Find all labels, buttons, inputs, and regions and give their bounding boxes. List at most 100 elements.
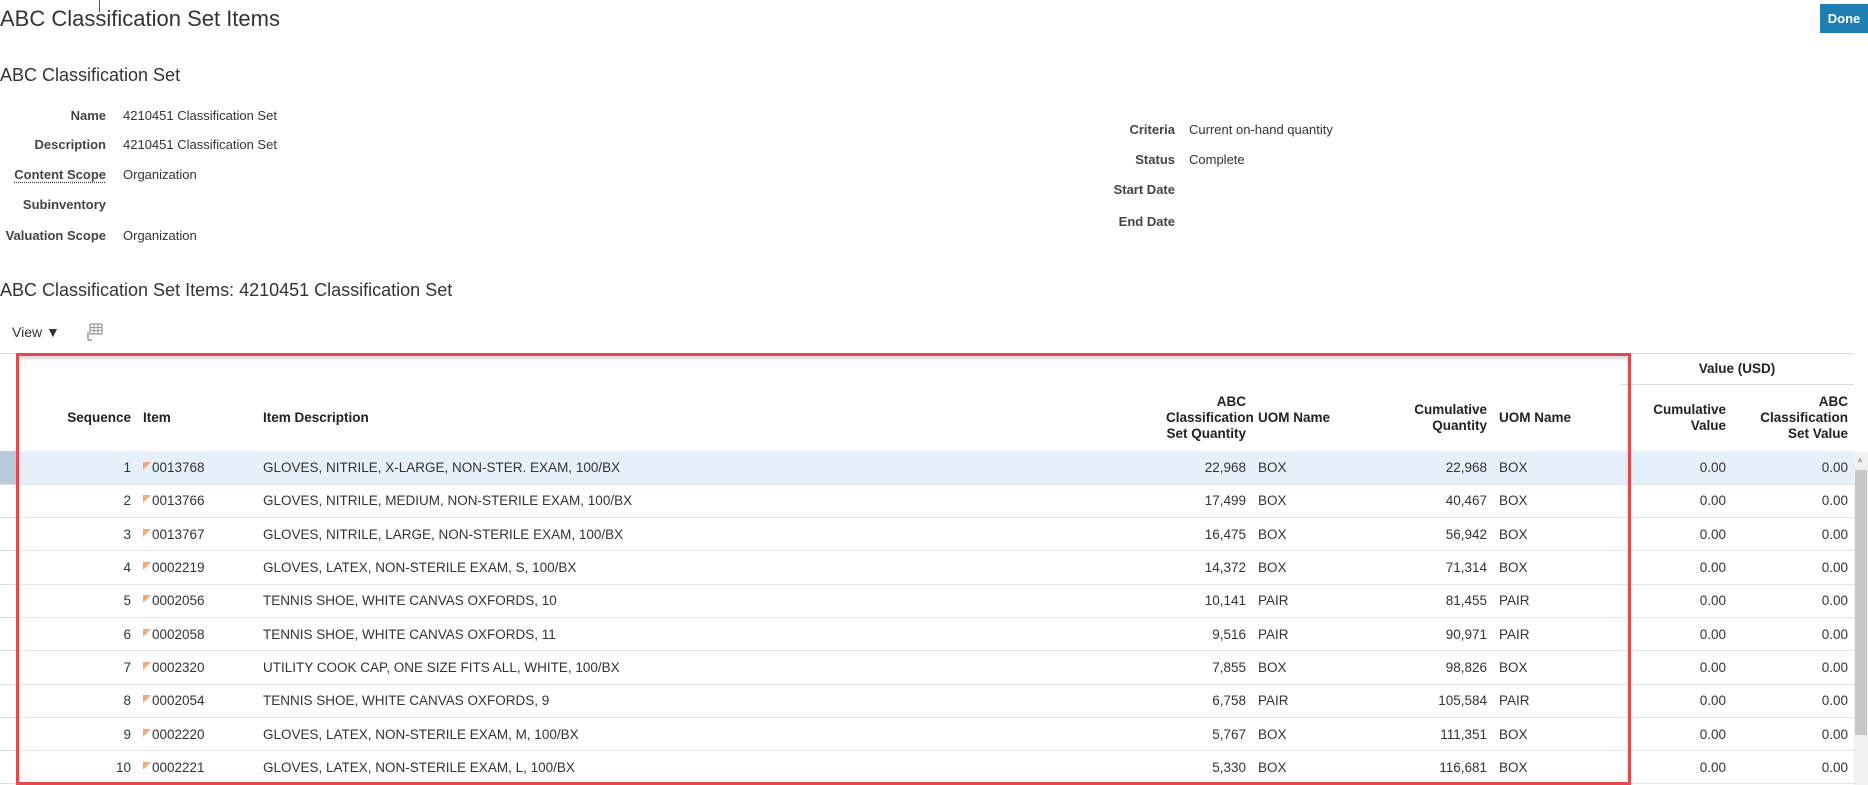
field-label: Criteria [1129, 122, 1175, 137]
cell-item-description: TENNIS SHOE, WHITE CANVAS OXFORDS, 9 [257, 684, 1160, 718]
cell-cumulative-quantity: 105,584 [1400, 684, 1493, 718]
cell-uom-name: BOX [1252, 750, 1400, 785]
cell-uom-name-2: PAIR [1493, 617, 1620, 652]
column-header-abc-set-value[interactable]: ABC Classification Set Value [1732, 384, 1854, 451]
cell-abc-set-value: 0.00 [1732, 451, 1854, 485]
table-row[interactable]: 3 0013767 GLOVES, NITRILE, LARGE, NON-STER… [0, 517, 1854, 552]
flag-icon [143, 695, 151, 704]
cell-uom-name-2: BOX [1493, 550, 1620, 585]
row-selector[interactable] [0, 484, 17, 519]
cell-cumulative-quantity: 71,314 [1400, 550, 1493, 585]
flag-icon [143, 461, 151, 470]
column-header-cumulative-value[interactable]: Cumulative Value [1620, 384, 1732, 451]
cell-sequence: 6 [17, 617, 137, 652]
cell-uom-name-2: PAIR [1493, 684, 1620, 718]
cell-uom-name: PAIR [1252, 584, 1400, 618]
value-usd-group-header: Value (USD) [1620, 354, 1854, 385]
cell-uom-name: BOX [1252, 717, 1400, 752]
row-selector[interactable] [0, 750, 17, 785]
flag-icon [143, 528, 151, 537]
field-label: Subinventory [22, 197, 106, 212]
field-label: End Date [1118, 214, 1175, 229]
table-row[interactable]: 7 0002320 UTILITY COOK CAP, ONE SIZE FITS … [0, 650, 1854, 685]
row-selector[interactable] [0, 684, 17, 718]
table-row[interactable]: 5 0002056 TENNIS SHOE, WHITE CANVAS OXFORD… [0, 584, 1854, 618]
view-menu[interactable]: View ▼ [12, 324, 60, 340]
column-header-abc-set-quantity[interactable]: ABC Classification Set Quantity [1160, 384, 1254, 451]
table-row[interactable]: 10 0002221 GLOVES, LATEX, NON-STERILE EXAM… [0, 750, 1854, 785]
cell-uom-name-2: BOX [1493, 717, 1620, 752]
scroll-up-arrow-icon[interactable]: ▲ [1856, 455, 1864, 464]
cell-item-description: UTILITY COOK CAP, ONE SIZE FITS ALL, WHI… [257, 650, 1160, 685]
cell-item[interactable]: 0002054 [137, 684, 257, 718]
field-value: Current on-hand quantity [1189, 122, 1333, 137]
cell-uom-name: BOX [1252, 650, 1400, 685]
items-table: Value (USD) Sequence Item Item Description… [0, 353, 1854, 785]
column-header-item[interactable]: Item [137, 384, 257, 451]
table-row[interactable]: 9 0002220 GLOVES, LATEX, NON-STERILE EXAM,… [0, 717, 1854, 752]
cell-uom-name: BOX [1252, 517, 1400, 552]
cell-uom-name-2: BOX [1493, 517, 1620, 552]
cell-sequence: 1 [17, 451, 137, 485]
flag-icon [143, 728, 151, 737]
row-selector[interactable] [0, 550, 17, 585]
row-selector[interactable] [0, 517, 17, 552]
row-selector[interactable] [0, 584, 17, 618]
column-header-uom-name-2[interactable]: UOM Name [1493, 384, 1620, 451]
cell-item[interactable]: 0002320 [137, 650, 257, 685]
field-value: Organization [123, 228, 197, 243]
cell-item[interactable]: 0013766 [137, 484, 257, 519]
field-label: Description [34, 137, 106, 152]
table-row[interactable]: 8 0002054 TENNIS SHOE, WHITE CANVAS OXFORD… [0, 684, 1854, 718]
cell-cumulative-quantity: 56,942 [1400, 517, 1493, 552]
cell-item-description: GLOVES, LATEX, NON-STERILE EXAM, S, 100/… [257, 550, 1160, 585]
field-value: 4210451 Classification Set [123, 108, 277, 123]
cell-sequence: 4 [17, 550, 137, 585]
cell-item[interactable]: 0002220 [137, 717, 257, 752]
cell-abc-set-value: 0.00 [1732, 684, 1854, 718]
done-button[interactable]: Done [1820, 4, 1868, 33]
table-row[interactable]: 4 0002219 GLOVES, LATEX, NON-STERILE EXAM,… [0, 550, 1854, 585]
cell-uom-name-2: BOX [1493, 650, 1620, 685]
column-header-cumulative-quantity[interactable]: Cumulative Quantity [1400, 384, 1493, 451]
field-label: Name [70, 108, 106, 123]
row-selector[interactable] [0, 451, 17, 485]
cell-abc-set-value: 0.00 [1732, 650, 1854, 685]
cell-item[interactable]: 0002219 [137, 550, 257, 585]
row-selector[interactable] [0, 717, 17, 752]
detach-table-icon[interactable] [84, 322, 104, 342]
cell-item[interactable]: 0002056 [137, 584, 257, 618]
cell-uom-name: PAIR [1252, 617, 1400, 652]
row-selector[interactable] [0, 650, 17, 685]
table-row[interactable]: 2 0013766 GLOVES, NITRILE, MEDIUM, NON-STE… [0, 484, 1854, 519]
column-header-item-description[interactable]: Item Description [257, 384, 1160, 451]
cell-sequence: 5 [17, 584, 137, 618]
cell-cumulative-value: 0.00 [1620, 617, 1732, 652]
column-header-sequence[interactable]: Sequence [17, 384, 137, 451]
cell-item[interactable]: 0013767 [137, 517, 257, 552]
cell-item[interactable]: 0002221 [137, 750, 257, 785]
field-label[interactable]: Content Scope [14, 167, 106, 182]
cell-abc-set-quantity: 14,372 [1160, 550, 1252, 585]
cell-item[interactable]: 0002058 [137, 617, 257, 652]
row-selector[interactable] [0, 617, 17, 652]
cell-cumulative-quantity: 81,455 [1400, 584, 1493, 618]
cell-abc-set-value: 0.00 [1732, 617, 1854, 652]
cell-abc-set-quantity: 6,758 [1160, 684, 1252, 718]
cell-item[interactable]: 0013768 [137, 451, 257, 485]
cell-item-description: GLOVES, NITRILE, MEDIUM, NON-STERILE EXA… [257, 484, 1160, 519]
table-row[interactable]: 1 0013768 GLOVES, NITRILE, X-LARGE, NON-ST… [0, 451, 1854, 485]
column-header-uom-name[interactable]: UOM Name [1252, 384, 1400, 451]
scrollbar-thumb[interactable] [1855, 470, 1867, 735]
cell-uom-name: BOX [1252, 484, 1400, 519]
cell-cumulative-value: 0.00 [1620, 451, 1732, 485]
field-label: Start Date [1113, 182, 1175, 197]
cell-uom-name-2: BOX [1493, 484, 1620, 519]
table-row[interactable]: 6 0002058 TENNIS SHOE, WHITE CANVAS OXFORD… [0, 617, 1854, 652]
flag-icon [143, 628, 151, 637]
cell-abc-set-value: 0.00 [1732, 584, 1854, 618]
field-value: 4210451 Classification Set [123, 137, 277, 152]
cell-cumulative-quantity: 111,351 [1400, 717, 1493, 752]
cell-cumulative-value: 0.00 [1620, 584, 1732, 618]
cell-cumulative-value: 0.00 [1620, 650, 1732, 685]
